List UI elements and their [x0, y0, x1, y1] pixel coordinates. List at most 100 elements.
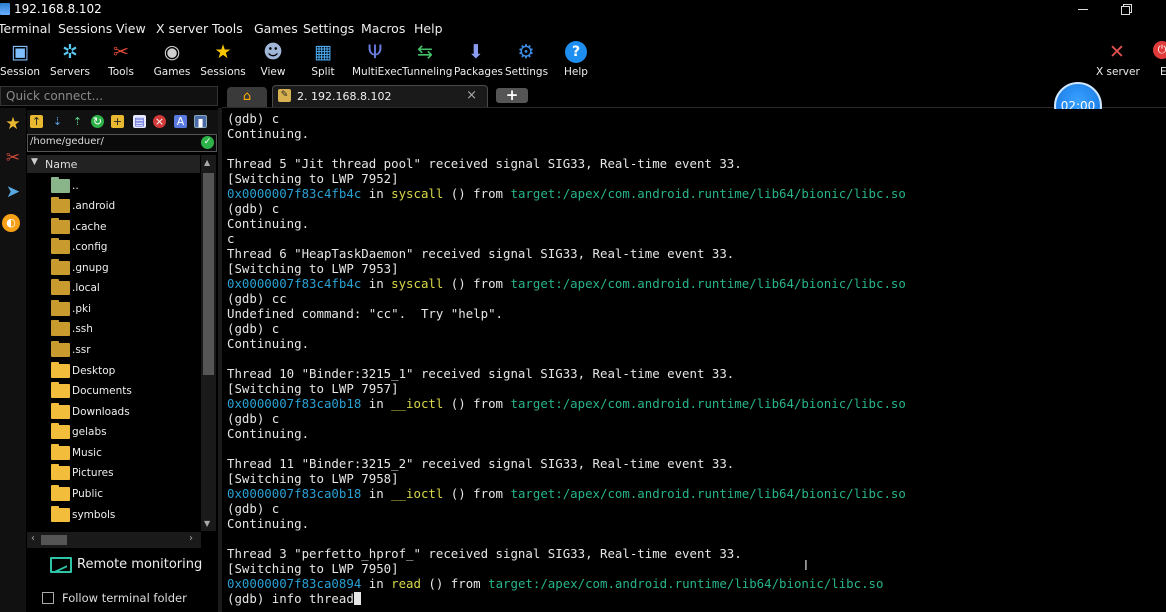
terminal-line: c	[227, 231, 234, 246]
terminal-line: Thread 5 "Jit thread pool" received sign…	[227, 156, 742, 171]
list-item[interactable]: .local	[27, 278, 200, 298]
file-list-horizontal-scrollbar[interactable]: ‹ ›	[27, 532, 201, 548]
restore-icon[interactable]	[1121, 4, 1132, 15]
tunneling-button[interactable]: ⇆ Tunneling	[402, 38, 452, 84]
scroll-left-icon[interactable]: ‹	[31, 533, 35, 544]
file-list-vertical-scrollbar[interactable]: ▲ ▼	[201, 155, 216, 531]
parent-folder-icon	[51, 177, 70, 193]
view-button[interactable]: ☻ View	[254, 38, 292, 84]
packages-button[interactable]: ⬇ Packages	[454, 38, 503, 84]
terminal-text-segment: target:/apex/com.android.runtime/lib64/b…	[510, 486, 906, 501]
follow-terminal-folder-checkbox[interactable]: Follow terminal folder	[42, 591, 218, 607]
settings-button[interactable]: ⚙ Settings	[505, 38, 548, 84]
terminal-line: [Switching to LWP 7950]	[227, 561, 399, 576]
new-tab-button[interactable]: +	[496, 88, 528, 103]
servers-button[interactable]: ✲ Servers	[48, 38, 92, 84]
close-tab-icon[interactable]: ×	[466, 88, 477, 103]
terminal-line: Thread 10 "Binder:3215_1" received signa…	[227, 366, 734, 381]
file-list-header[interactable]: ▼ Name	[27, 155, 200, 173]
terminal-line: Continuing.	[227, 516, 309, 531]
sftp-toolbar: ↑ ⇣ ⇡ ↻ + ▤ × A ▮	[27, 110, 218, 134]
sessions-button[interactable]: ★ Sessions	[200, 38, 246, 84]
home-tab[interactable]: ⌂	[227, 87, 267, 107]
folder-icon	[51, 259, 70, 275]
tab-session-2[interactable]: ✎ 2. 192.168.8.102 ×	[272, 85, 488, 107]
ssh-key-icon: ✎	[278, 89, 291, 102]
session-icon: ▣	[11, 41, 29, 63]
refresh-icon[interactable]: ↻	[91, 115, 104, 128]
list-item[interactable]: Downloads	[27, 402, 200, 422]
list-item[interactable]: .ssr	[27, 340, 200, 360]
new-file-icon[interactable]: ▤	[133, 115, 146, 128]
tunneling-icon: ⇆	[417, 41, 433, 63]
delete-icon[interactable]: ×	[153, 115, 166, 128]
terminal-line: Continuing.	[227, 336, 309, 351]
list-item[interactable]: .cache	[27, 217, 200, 237]
tools-button[interactable]: ✂ Tools	[101, 38, 141, 84]
terminal-line: 0x0000007f83c4fb4c in syscall () from ta…	[227, 276, 906, 291]
menu-games[interactable]: Games	[254, 21, 298, 36]
list-item[interactable]: symbols	[27, 505, 200, 525]
terminal-line: 0x0000007f83ca0b18 in __ioctl () from ta…	[227, 396, 906, 411]
games-button[interactable]: ◉ Games	[152, 38, 192, 84]
list-item[interactable]: .config	[27, 237, 200, 257]
terminal-text-segment: 0x0000007f83c4fb4c	[227, 276, 362, 291]
terminal-text-segment: 0x0000007f83ca0b18	[227, 396, 362, 411]
list-item[interactable]: Public	[27, 484, 200, 504]
upload-icon[interactable]: ⇡	[71, 115, 84, 128]
menu-tools[interactable]: Tools	[212, 21, 243, 36]
list-item[interactable]: Pictures	[27, 463, 200, 483]
sftp-path-input[interactable]: /home/geduer/ ✓	[27, 134, 217, 152]
folder-icon	[51, 403, 70, 419]
new-folder-icon[interactable]: +	[111, 115, 124, 128]
sync-icon[interactable]: ▮	[194, 115, 207, 129]
terminal-text-segment: () from	[443, 276, 511, 291]
terminal-text-segment: in	[361, 486, 392, 501]
menu-macros[interactable]: Macros	[361, 21, 405, 36]
multiexec-button[interactable]: Ψ MultiExec	[352, 38, 402, 84]
macros-side-icon[interactable]: ◐	[2, 214, 20, 232]
menu-help[interactable]: Help	[414, 21, 443, 36]
list-item[interactable]: .gnupg	[27, 258, 200, 278]
list-item[interactable]: ..	[27, 176, 200, 196]
scroll-right-icon[interactable]: ›	[189, 533, 193, 544]
quick-connect-input[interactable]: Quick connect...	[0, 86, 218, 106]
scroll-down-icon[interactable]: ▼	[204, 519, 210, 528]
menu-settings[interactable]: Settings	[303, 21, 354, 36]
download-icon[interactable]: ⇣	[51, 115, 64, 128]
terminal-text-segment: [Switching to LWP 7958]	[227, 471, 399, 486]
list-item[interactable]: Music	[27, 443, 200, 463]
list-item[interactable]: Desktop	[27, 361, 200, 381]
terminal-text-segment: (gdb) c	[227, 501, 280, 516]
checkbox[interactable]	[42, 592, 54, 604]
terminal-output[interactable]: (gdb) c Continuing. Thread 5 "Jit thread p…	[222, 109, 1166, 612]
rename-icon[interactable]: A	[174, 115, 187, 128]
session-button[interactable]: ▣ Session	[0, 38, 40, 84]
sessions-star-icon[interactable]: ★	[2, 112, 24, 136]
scroll-thumb[interactable]	[203, 173, 214, 375]
menu-sessions[interactable]: Sessions	[58, 21, 112, 36]
split-button[interactable]: ▦ Split	[304, 38, 342, 84]
menu-terminal[interactable]: Terminal	[0, 21, 51, 36]
minimize-icon[interactable]	[1078, 0, 1090, 19]
terminal-text-segment: Thread 5 "Jit thread pool" received sign…	[227, 156, 742, 171]
exit-button[interactable]: ⏻ E	[1152, 38, 1166, 84]
terminal-text-segment: Continuing.	[227, 126, 310, 141]
scroll-thumb[interactable]	[41, 535, 67, 545]
help-button[interactable]: ? Help	[556, 38, 596, 84]
menu-view[interactable]: View	[116, 21, 146, 36]
xserver-button[interactable]: ✕ X server	[1096, 38, 1140, 84]
scroll-up-icon[interactable]: ▲	[204, 158, 210, 167]
terminal-text-segment: Undefined command: "cc". Try "help".	[227, 306, 504, 321]
list-item[interactable]: Documents	[27, 381, 200, 401]
list-item[interactable]: .ssh	[27, 319, 200, 339]
power-icon: ⏻	[1153, 41, 1166, 59]
tools-side-icon[interactable]: ✂	[2, 146, 24, 170]
list-item[interactable]: .android	[27, 196, 200, 216]
remote-monitoring-button[interactable]: Remote monitoring	[50, 556, 218, 576]
folder-up-icon[interactable]: ↑	[30, 115, 43, 128]
menu-xserver[interactable]: X server	[156, 21, 208, 36]
list-item[interactable]: gelabs	[27, 422, 200, 442]
sftp-side-icon[interactable]: ➤	[2, 180, 24, 204]
list-item[interactable]: .pki	[27, 299, 200, 319]
